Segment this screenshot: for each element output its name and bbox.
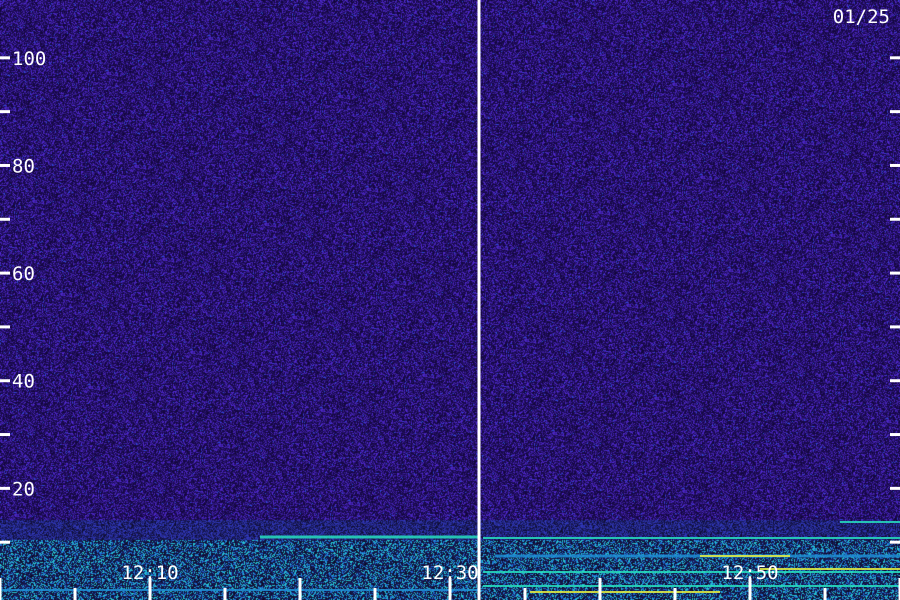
y-tick-label-80: 80 [12,155,35,177]
y-tick-label-100: 100 [12,48,46,70]
spectrogram-chart: 2040608010012:10 12:30 12:50 01/25 [0,0,900,600]
date-label: 01/25 [833,6,890,28]
y-tick-label-60: 60 [12,263,35,285]
y-tick-label-20: 20 [12,478,35,500]
y-tick-label-40: 40 [12,371,35,393]
spectrogram-heatmap [0,0,900,600]
